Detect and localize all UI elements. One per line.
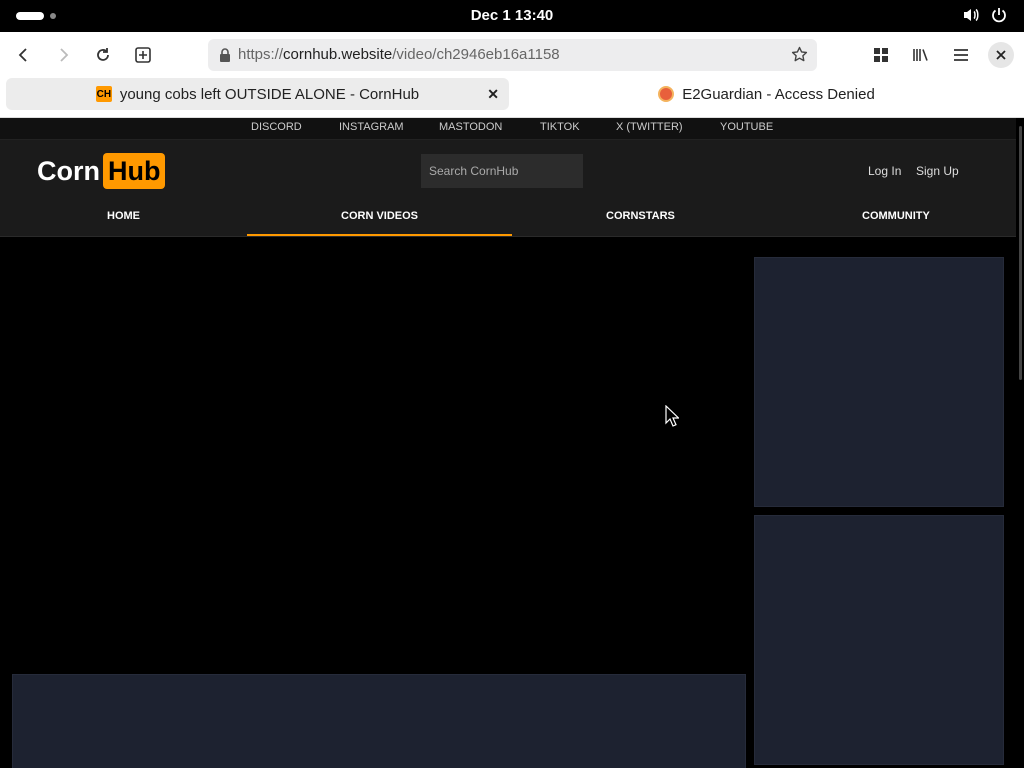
video-info-placeholder [12,674,746,768]
url-path: /video/ch2946eb16a1158 [392,46,560,63]
mouse-cursor-icon [665,404,680,432]
arrow-right-icon [60,48,69,62]
logo-text-corn: Corn [37,155,100,186]
back-button[interactable] [11,42,37,68]
nav-corn-videos[interactable]: CORN VIDEOS [341,210,418,222]
clock[interactable]: Dec 1 13:40 [0,7,1024,24]
e2guardian-favicon-icon [658,86,675,102]
nav-community[interactable]: COMMUNITY [862,210,930,222]
active-nav-indicator [247,234,512,236]
new-tab-button[interactable] [130,42,156,68]
url-text[interactable]: https://cornhub.website/video/ch2946eb16… [238,46,560,63]
reload-icon [97,48,109,61]
new-tab-icon [135,47,151,63]
social-link-mastodon[interactable]: MASTODON [439,121,502,133]
close-icon [996,50,1006,60]
site-header: Corn Hub Log In Sign Up HOME CORN VIDEOS… [0,140,1016,237]
forward-button[interactable] [50,42,76,68]
search-input[interactable] [421,154,583,188]
arrow-left-icon [18,48,27,62]
page-scrollbar[interactable] [1016,118,1024,768]
logo-text-hub: Hub [103,153,166,189]
address-bar[interactable]: https://cornhub.website/video/ch2946eb16… [208,39,817,71]
social-link-x-twitter[interactable]: X (TWITTER) [616,121,683,133]
scrollbar-thumb[interactable] [1019,126,1022,380]
sidebar-ad-slot [754,515,1004,765]
social-link-tiktok[interactable]: TIKTOK [540,121,580,133]
system-top-bar: Dec 1 13:40 [0,0,1024,32]
nav-cornstars[interactable]: CORNSTARS [606,210,675,222]
bookmark-star-icon[interactable] [791,46,808,68]
nav-home[interactable]: HOME [107,210,140,222]
reload-button[interactable] [90,42,116,68]
grid-icon [874,48,888,62]
volume-icon[interactable] [962,6,980,24]
tab-title: E2Guardian - Access Denied [682,85,875,103]
signup-link[interactable]: Sign Up [916,164,959,178]
url-scheme: https:// [238,46,284,63]
tab-cornhub[interactable]: CH young cobs left OUTSIDE ALONE - CornH… [6,78,509,110]
social-links-bar: DISCORD INSTAGRAM MASTODON TIKTOK X (TWI… [0,118,1016,140]
cornhub-favicon-icon: CH [95,86,112,102]
social-link-discord[interactable]: DISCORD [251,121,302,133]
login-link[interactable]: Log In [868,164,901,178]
window-close-button[interactable] [988,42,1014,68]
menu-button[interactable] [948,42,974,68]
library-icon [913,49,928,61]
social-link-youtube[interactable]: YOUTUBE [720,121,773,133]
lock-icon[interactable] [218,47,232,68]
tab-e2guardian[interactable]: E2Guardian - Access Denied [515,78,1018,110]
hamburger-icon [954,49,968,61]
browser-toolbar: https://cornhub.website/video/ch2946eb16… [0,32,1024,118]
site-logo[interactable]: Corn Hub [37,153,166,189]
library-button[interactable] [908,42,934,68]
web-page: DISCORD INSTAGRAM MASTODON TIKTOK X (TWI… [0,118,1016,768]
sidebar-ad-slot [754,257,1004,507]
url-host: cornhub.website [283,46,393,63]
extensions-button[interactable] [868,42,894,68]
social-link-instagram[interactable]: INSTAGRAM [339,121,404,133]
tab-title: young cobs left OUTSIDE ALONE - CornHub [119,85,420,103]
power-icon[interactable] [990,6,1008,24]
tab-close-icon[interactable]: ✕ [487,86,499,103]
